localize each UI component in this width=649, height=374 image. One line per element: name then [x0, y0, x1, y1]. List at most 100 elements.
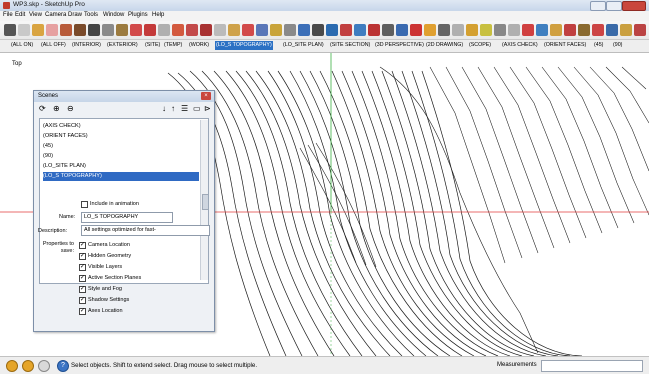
shadow-settings-checkbox[interactable]: ✓ — [79, 297, 86, 304]
tab-axis-check[interactable]: (AXIS CHECK) — [501, 41, 539, 50]
remove-scene-icon[interactable]: ⊖ — [67, 104, 74, 114]
tab-all-on[interactable]: (ALL ON) — [10, 41, 34, 50]
tab-orient-faces[interactable]: (ORIENT FACES) — [543, 41, 587, 50]
text-icon[interactable] — [242, 24, 254, 36]
follow-me-icon[interactable] — [158, 24, 170, 36]
scrollbar-thumb[interactable] — [202, 194, 208, 210]
push-pull-icon[interactable] — [116, 24, 128, 36]
list-item[interactable]: (90) — [43, 152, 199, 161]
right-view-icon[interactable] — [578, 24, 590, 36]
orbit-icon[interactable] — [284, 24, 296, 36]
warehouse-icon[interactable] — [424, 24, 436, 36]
position-camera-icon[interactable] — [368, 24, 380, 36]
menu-window[interactable]: Window — [103, 12, 124, 18]
circle-icon[interactable] — [88, 24, 100, 36]
3d-text-icon[interactable] — [270, 24, 282, 36]
tab-90[interactable]: (90) — [612, 41, 623, 50]
axes-location-checkbox[interactable]: ✓ — [79, 308, 86, 315]
refresh-scene-icon[interactable]: ⟳ — [39, 104, 46, 114]
zoom-window-icon[interactable] — [326, 24, 338, 36]
geolocation-icon[interactable] — [6, 360, 18, 372]
user-icon[interactable] — [38, 360, 50, 372]
tab-scope[interactable]: (SCOPE) — [468, 41, 492, 50]
previous-view-icon[interactable] — [354, 24, 366, 36]
view-options-icon[interactable]: ☰ — [181, 104, 188, 114]
tab-interior[interactable]: (INTERIOR) — [71, 41, 102, 50]
measurements-field[interactable] — [541, 360, 643, 372]
tab-3d-perspective[interactable]: (3D PERSPECTIVE) — [374, 41, 425, 50]
scene-name-field[interactable]: LO_S TOPOGRAPHY — [81, 212, 173, 223]
front-view-icon[interactable] — [564, 24, 576, 36]
tab-site-section[interactable]: (SITE SECTION) — [329, 41, 371, 50]
tab-2d-drawing[interactable]: (2D DRAWING) — [425, 41, 464, 50]
move-icon[interactable] — [130, 24, 142, 36]
tape-measure-icon[interactable] — [200, 24, 212, 36]
styles-icon[interactable] — [466, 24, 478, 36]
component-icon[interactable] — [18, 24, 30, 36]
menu-plugins[interactable]: Plugins — [128, 12, 148, 18]
shadows-icon[interactable] — [494, 24, 506, 36]
list-item[interactable]: (AXIS CHECK) — [43, 122, 199, 131]
show-thumbnails-icon[interactable]: ▭ — [193, 104, 201, 114]
zoom-extents-icon[interactable] — [340, 24, 352, 36]
select-tool-icon[interactable] — [4, 24, 16, 36]
show-details-icon[interactable]: ⊳ — [204, 104, 211, 114]
rectangle-icon[interactable] — [60, 24, 72, 36]
scenes-close-icon[interactable]: × — [201, 92, 211, 100]
menu-tools[interactable]: Tools — [84, 12, 98, 18]
list-item[interactable]: (45) — [43, 142, 199, 151]
list-item-selected[interactable]: (LO_S TOPOGRAPHY) — [43, 172, 199, 181]
dimension-icon[interactable] — [214, 24, 226, 36]
include-animation-checkbox[interactable] — [81, 201, 88, 208]
hidden-geometry-checkbox[interactable]: ✓ — [79, 253, 86, 260]
menu-camera[interactable]: Camera — [45, 12, 66, 18]
style-and-fog-checkbox[interactable]: ✓ — [79, 286, 86, 293]
share-model-icon[interactable] — [438, 24, 450, 36]
close-button[interactable] — [622, 1, 646, 11]
offset-icon[interactable] — [186, 24, 198, 36]
section-plane-icon[interactable] — [410, 24, 422, 36]
left-view-icon[interactable] — [606, 24, 618, 36]
scenes-title-bar[interactable]: Scenes × — [34, 91, 214, 102]
tab-exterior[interactable]: (EXTERIOR) — [106, 41, 139, 50]
help-icon[interactable]: ? — [57, 360, 69, 372]
list-item[interactable]: (ORIENT FACES) — [43, 132, 199, 141]
iso-view-icon[interactable] — [536, 24, 548, 36]
protractor-icon[interactable] — [228, 24, 240, 36]
tab-lo-site-plan[interactable]: (LO_SITE PLAN) — [282, 41, 325, 50]
arc-icon[interactable] — [102, 24, 114, 36]
list-item[interactable]: (LO_SITE PLAN) — [43, 162, 199, 171]
tab-temp[interactable]: (TEMP) — [163, 41, 183, 50]
zoom-icon[interactable] — [312, 24, 324, 36]
extension-icon[interactable] — [452, 24, 464, 36]
minimize-button[interactable] — [590, 1, 606, 11]
line-icon[interactable] — [74, 24, 86, 36]
walk-icon[interactable] — [396, 24, 408, 36]
tab-45[interactable]: (45) — [593, 41, 604, 50]
camera-location-checkbox[interactable]: ✓ — [79, 242, 86, 249]
scene-description-field[interactable]: All settings optimized for fast- — [81, 225, 210, 236]
menu-view[interactable]: View — [29, 12, 42, 18]
paint-bucket-icon[interactable] — [32, 24, 44, 36]
menu-draw[interactable]: Draw — [68, 12, 82, 18]
move-scene-down-icon[interactable]: ↓ — [162, 104, 166, 114]
active-section-planes-checkbox[interactable]: ✓ — [79, 275, 86, 282]
menu-file[interactable]: File — [3, 12, 13, 18]
xray-icon[interactable] — [620, 24, 632, 36]
visible-layers-checkbox[interactable]: ✓ — [79, 264, 86, 271]
scene-list-scrollbar[interactable] — [200, 120, 208, 280]
menu-edit[interactable]: Edit — [15, 12, 25, 18]
scale-icon[interactable] — [172, 24, 184, 36]
tab-site[interactable]: (SITE) — [144, 41, 161, 50]
tab-lo-s-topography[interactable]: (LO_S TOPOGRAPHY) — [215, 41, 273, 50]
tab-all-off[interactable]: (ALL OFF) — [40, 41, 67, 50]
layer-icon[interactable] — [480, 24, 492, 36]
add-scene-icon[interactable]: ⊕ — [53, 104, 60, 114]
maximize-button[interactable] — [606, 1, 622, 11]
credits-icon[interactable] — [22, 360, 34, 372]
fog-icon[interactable] — [508, 24, 520, 36]
rotate-icon[interactable] — [144, 24, 156, 36]
back-view-icon[interactable] — [592, 24, 604, 36]
pan-icon[interactable] — [298, 24, 310, 36]
axes-icon[interactable] — [256, 24, 268, 36]
